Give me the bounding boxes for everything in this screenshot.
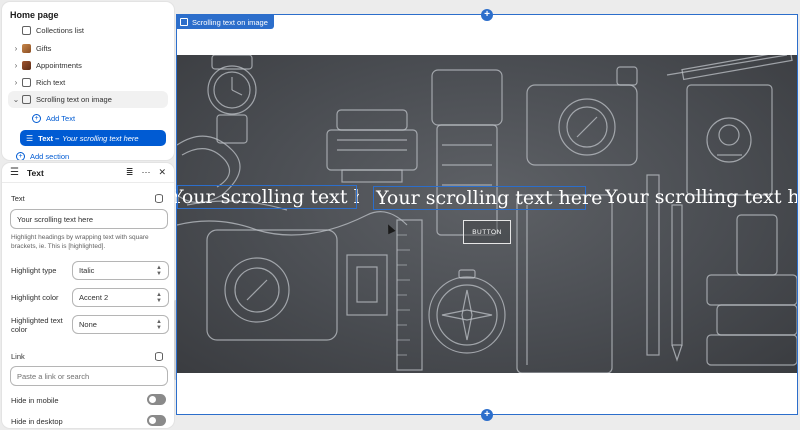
section-tree-panel: Home page Collections list › Gifts › App… [2, 2, 174, 160]
scrolling-text-item-selected[interactable]: Your scrolling text here [373, 186, 602, 210]
chevron-updown-icon: ▲ ▼ [156, 318, 162, 331]
scrolling-text-item: Your scrolling text here [605, 186, 797, 210]
chevron-updown-icon: ▲ ▼ [156, 291, 162, 304]
link-input[interactable]: Paste a link or search [10, 366, 168, 386]
highlighted-text-color-select[interactable]: None ▲ ▼ [72, 315, 169, 334]
tree-item-rich-text[interactable]: › Rich text [10, 74, 168, 91]
add-section-below-icon[interactable]: + [481, 409, 493, 421]
highlight-color-select[interactable]: Accent 2 ▲ ▼ [72, 288, 169, 307]
link-label: Link [11, 352, 25, 361]
hide-desktop-label: Hide in desktop [11, 417, 63, 426]
text-help: Highlight headings by wrapping text with… [11, 234, 149, 250]
select-value: Italic [79, 266, 95, 275]
scrolling-text-label: Your scrolling text here [605, 186, 797, 208]
text-block-icon [22, 78, 31, 87]
select-value: None [79, 320, 97, 329]
hide-mobile-toggle[interactable] [147, 394, 166, 405]
text-block-icon [22, 95, 31, 104]
hero-background-image [177, 55, 797, 373]
database-icon[interactable]: ≣ [126, 167, 134, 178]
chevron-right-icon[interactable]: › [10, 44, 22, 53]
chevron-updown-icon: ▲ ▼ [156, 264, 162, 277]
tree-item-label: Appointments [36, 61, 82, 70]
highlight-color-label: Highlight color [11, 293, 59, 302]
sketch-illustration [177, 55, 797, 373]
highlight-type-label: Highlight type [11, 266, 57, 275]
block-type-label: Text – [38, 133, 60, 143]
section-tag-label: Scrolling text on image [192, 17, 268, 27]
section-label-tag[interactable]: Scrolling text on image [176, 15, 274, 29]
tree-item-gifts[interactable]: › Gifts [10, 40, 168, 57]
settings-header: ☰ Text ≣ ⋯ ✕ [2, 163, 174, 183]
hide-mobile-label: Hide in mobile [11, 396, 59, 405]
add-section-above-icon[interactable]: + [481, 9, 493, 21]
chevron-right-icon[interactable]: › [10, 78, 22, 87]
collection-list-icon [22, 26, 31, 35]
add-section-label: Add section [30, 152, 70, 160]
block-settings-panel: ☰ Text ≣ ⋯ ✕ Text Your scrolling text he… [2, 163, 174, 428]
hero-cta-button[interactable]: BUTTON [463, 220, 511, 244]
text-field[interactable]: Your scrolling text here [10, 209, 168, 229]
chevron-down-icon[interactable]: ⌄ [10, 95, 22, 104]
add-text-button[interactable]: + Add Text [32, 110, 168, 127]
tree-item-text-block-selected[interactable]: ☰ Text – Your scrolling text here [20, 130, 166, 146]
image-thumbnail-icon [22, 61, 31, 70]
tree-item-label: Scrolling text on image [36, 95, 112, 104]
settings-title: Text [26, 167, 44, 178]
plus-circle-icon: + [16, 152, 25, 160]
chevron-right-icon[interactable]: › [10, 61, 22, 70]
tree-item-label: Gifts [36, 44, 52, 53]
select-value: Accent 2 [79, 293, 109, 302]
block-name-label: Your scrolling text here [62, 133, 139, 143]
text-block-icon [180, 18, 188, 26]
dynamic-source-icon[interactable] [155, 194, 163, 203]
tree-item-appointments[interactable]: › Appointments [10, 57, 168, 74]
image-thumbnail-icon [22, 44, 31, 53]
add-section-button[interactable]: + Add section [16, 148, 168, 160]
scrolling-text-outline [177, 185, 357, 209]
text-lines-icon: ☰ [26, 133, 34, 143]
more-options-icon[interactable]: ⋯ [141, 167, 150, 178]
close-icon[interactable]: ✕ [158, 167, 166, 178]
tree-item-label: Rich text [36, 78, 66, 87]
scrolling-text-label: Your scrolling text here [376, 187, 603, 209]
highlighted-text-color-label: Highlighted text color [11, 316, 63, 334]
tree-item-label: Collections list [36, 26, 84, 35]
highlight-type-select[interactable]: Italic ▲ ▼ [72, 261, 169, 280]
tree-item-scrolling-text-on-image[interactable]: ⌄ Scrolling text on image [8, 91, 168, 108]
tree-item-collections-list[interactable]: Collections list [10, 22, 168, 39]
page-title: Home page [10, 10, 59, 20]
dynamic-source-icon[interactable] [155, 352, 163, 361]
hide-desktop-toggle[interactable] [147, 415, 166, 426]
add-text-label: Add Text [46, 114, 76, 123]
text-field-label: Text [11, 194, 25, 203]
text-lines-icon: ☰ [10, 167, 19, 178]
plus-circle-icon: + [32, 114, 41, 123]
